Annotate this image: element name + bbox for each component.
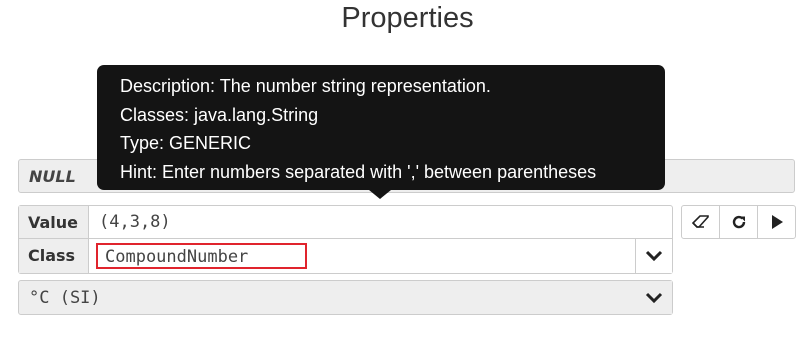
class-select[interactable]: CompoundNumber [96, 243, 307, 269]
tooltip-type: Type: GENERIC [120, 133, 252, 153]
property-tooltip: Description: The number string represent… [97, 65, 665, 190]
unit-select[interactable]: °C (SI) [18, 280, 673, 315]
null-label: NULL [29, 167, 76, 186]
unit-label: °C (SI) [29, 288, 101, 308]
run-button[interactable] [758, 206, 795, 238]
tooltip-hint: Hint: Enter numbers separated with ',' b… [120, 161, 597, 182]
class-row: Class CompoundNumber [18, 239, 673, 274]
eraser-icon [691, 215, 709, 228]
refresh-icon [732, 215, 745, 229]
refresh-button[interactable] [720, 206, 758, 238]
class-dropdown-button[interactable] [635, 239, 672, 273]
class-label: Class [19, 239, 89, 273]
value-label: Value [19, 206, 89, 238]
chevron-down-icon [645, 292, 662, 303]
clear-button[interactable] [682, 206, 720, 238]
page-title: Properties [341, 2, 474, 34]
value-input[interactable]: (4,3,8) [99, 212, 171, 232]
tooltip-classes: Classes: java.lang.String [120, 104, 319, 125]
unit-dropdown-button[interactable] [635, 281, 672, 314]
value-row: Value (4,3,8) [18, 205, 673, 239]
action-button-group [681, 205, 796, 239]
play-icon [771, 215, 783, 229]
chevron-down-icon [645, 250, 663, 262]
tooltip-arrow [369, 190, 391, 199]
tooltip-description: Description: The number string represent… [120, 76, 491, 96]
